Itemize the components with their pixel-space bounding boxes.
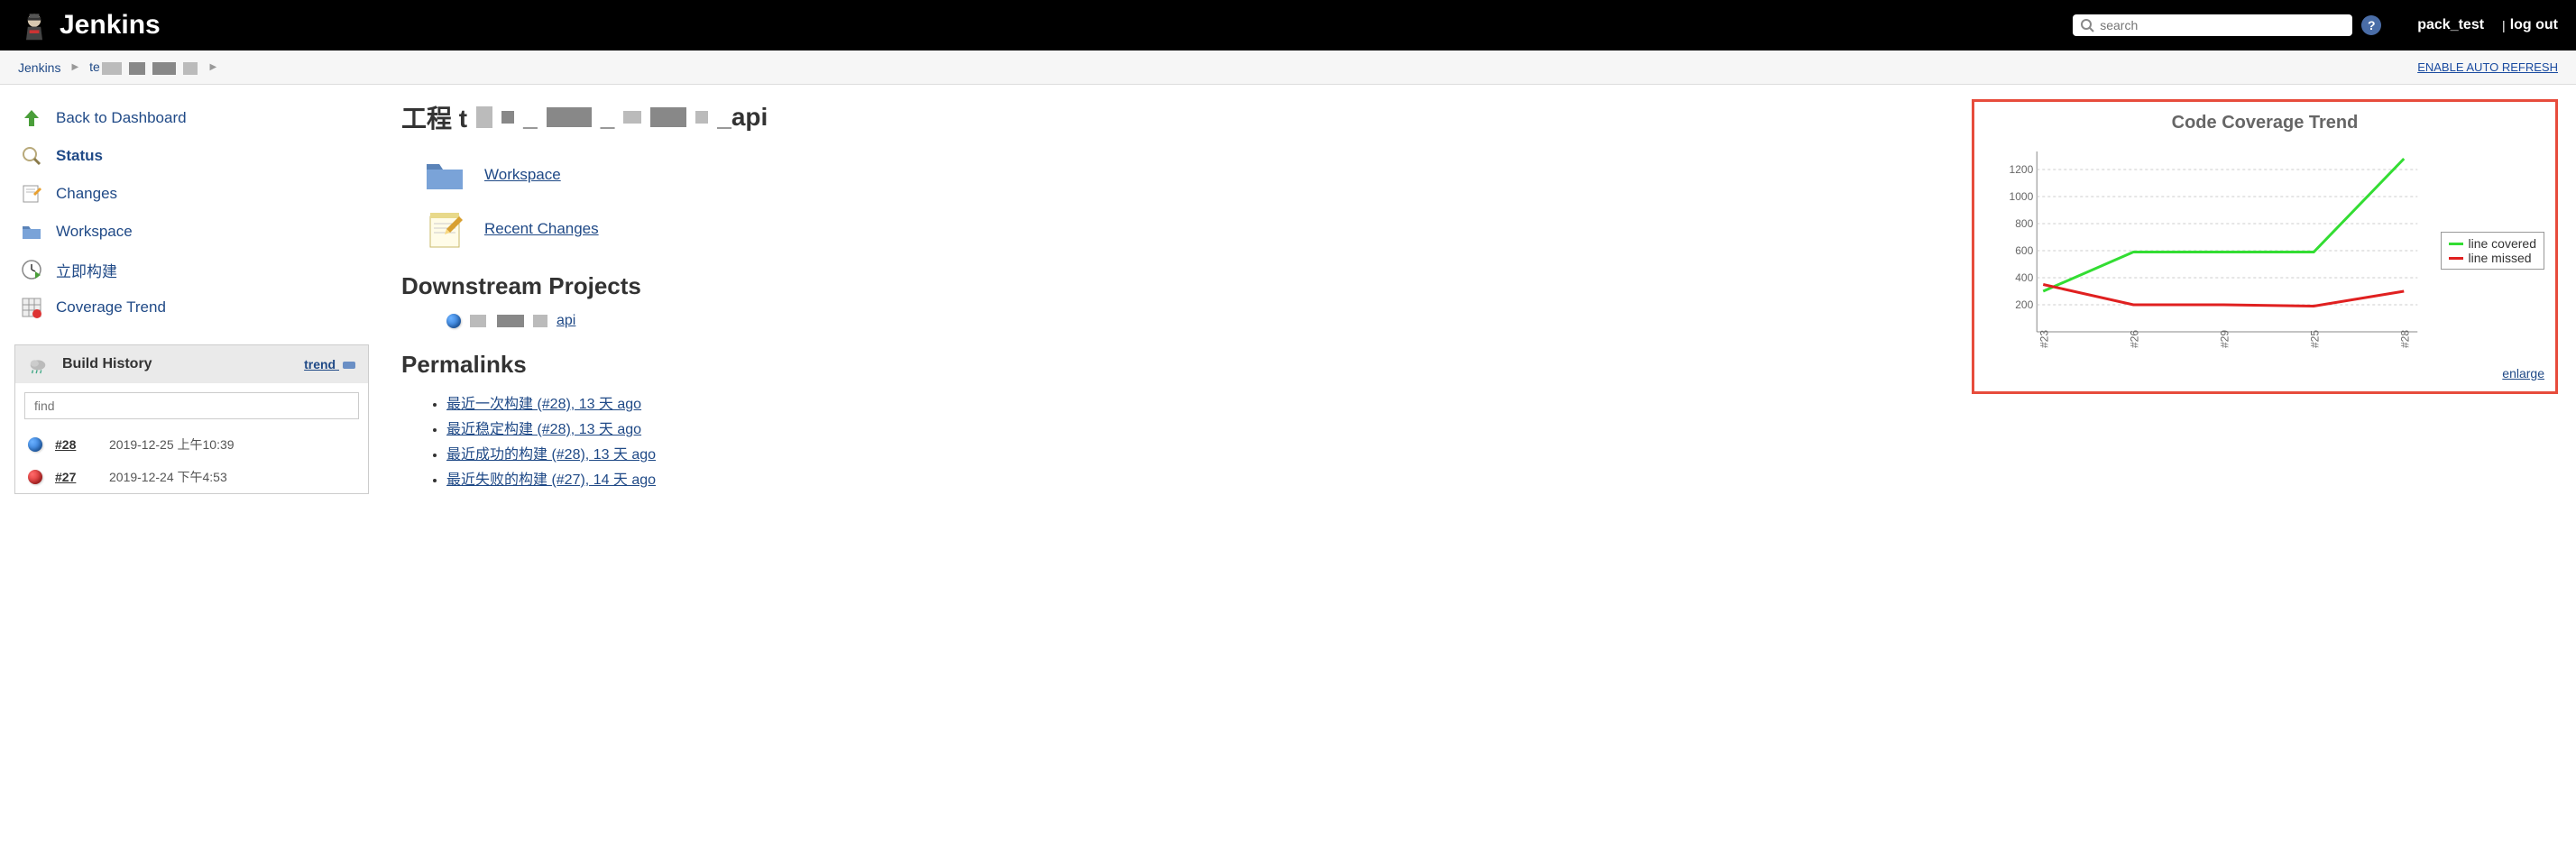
build-time: 2019-12-24 下午4:53 <box>109 468 227 486</box>
build-history-header: Build History trend <box>15 345 368 383</box>
svg-text:1000: 1000 <box>2010 190 2034 203</box>
breadcrumb-project[interactable]: te <box>89 60 198 74</box>
breadcrumb-root[interactable]: Jenkins <box>18 60 60 75</box>
sidebar-item-dashboard[interactable]: Back to Dashboard <box>14 99 369 137</box>
legend-swatch-red-icon <box>2449 257 2463 260</box>
permalink-item[interactable]: 最近成功的构建 (#28), 13 天 ago <box>446 447 656 463</box>
build-history-title: Build History <box>62 356 304 372</box>
build-row[interactable]: #28 2019-12-25 上午10:39 <box>15 428 368 461</box>
build-number-link[interactable]: #28 <box>55 437 109 452</box>
recent-changes-link-row: Recent Changes <box>423 207 1954 251</box>
sidebar-item-coverage[interactable]: Coverage Trend <box>14 289 369 326</box>
sidebar-item-label: Back to Dashboard <box>56 109 187 127</box>
status-ball-blue-icon <box>28 437 42 452</box>
sidebar: Back to Dashboard Status Changes Workspa… <box>0 85 383 509</box>
legend-missed: line missed <box>2449 251 2537 265</box>
chevron-right-icon: ▶ <box>71 62 78 72</box>
chart-plot-area: 200 400 600 800 1000 1200 #23 #26 <box>1985 142 2435 359</box>
sidebar-item-workspace[interactable]: Workspace <box>14 213 369 251</box>
permalinks-list: 最近一次构建 (#28), 13 天 ago 最近稳定构建 (#28), 13 … <box>446 391 1954 489</box>
svg-text:#28: #28 <box>2398 330 2411 348</box>
build-number-link[interactable]: #27 <box>55 470 109 484</box>
sidebar-item-label: Coverage Trend <box>56 298 166 316</box>
search-box[interactable] <box>2073 14 2352 36</box>
build-row[interactable]: #27 2019-12-24 下午4:53 <box>15 461 368 493</box>
sidebar-item-label: Status <box>56 147 103 165</box>
chart-legend: line covered line missed <box>2441 232 2545 270</box>
user-link[interactable]: pack_test <box>2417 17 2484 33</box>
build-filter-input[interactable] <box>24 392 359 419</box>
grid-icon <box>20 296 43 319</box>
logout-link[interactable]: log out <box>2510 17 2558 33</box>
chart-title: Code Coverage Trend <box>1985 113 2544 133</box>
line-missed <box>2043 285 2404 307</box>
sidebar-item-status[interactable]: Status <box>14 137 369 175</box>
svg-text:200: 200 <box>2015 298 2033 311</box>
jenkins-logo-icon <box>18 9 51 41</box>
downstream-title: Downstream Projects <box>401 272 1954 300</box>
svg-text:600: 600 <box>2015 244 2033 257</box>
help-icon[interactable]: ? <box>2361 15 2381 35</box>
coverage-chart-box: Code Coverage Trend 200 400 600 <box>1972 99 2558 394</box>
folder-icon <box>20 220 43 243</box>
clock-play-icon <box>20 258 43 281</box>
weather-icon <box>28 354 48 374</box>
main-content: 工程 t _ _ _api Workspace <box>383 85 2576 509</box>
status-ball-blue-icon <box>446 314 461 328</box>
permalink-item[interactable]: 最近稳定构建 (#28), 13 天 ago <box>446 422 641 437</box>
build-filter <box>24 392 359 419</box>
search-icon <box>2080 18 2094 32</box>
sidebar-item-label: Workspace <box>56 223 133 241</box>
folder-icon <box>423 153 466 197</box>
permalinks-title: Permalinks <box>401 351 1954 379</box>
notepad-icon <box>423 207 466 251</box>
coverage-chart-svg: 200 400 600 800 1000 1200 #23 #26 <box>1985 142 2435 359</box>
legend-swatch-green-icon <box>2449 243 2463 245</box>
svg-text:400: 400 <box>2015 271 2033 284</box>
breadcrumb-bar: Jenkins ▶ te ▶ ENABLE AUTO REFRESH <box>0 50 2576 85</box>
project-title: 工程 t _ _ _api <box>401 99 1954 135</box>
jenkins-title: Jenkins <box>60 10 161 41</box>
sidebar-item-label: Changes <box>56 185 117 203</box>
sidebar-item-build-now[interactable]: 立即构建 <box>14 251 369 289</box>
edit-page-icon <box>20 182 43 206</box>
magnifier-icon <box>20 144 43 168</box>
svg-text:#25: #25 <box>2308 330 2321 348</box>
line-covered <box>2043 159 2404 291</box>
arrow-up-icon <box>20 106 43 130</box>
svg-text:#23: #23 <box>2038 330 2050 348</box>
logo-area[interactable]: Jenkins <box>18 9 161 41</box>
permalink-item[interactable]: 最近一次构建 (#28), 13 天 ago <box>446 397 641 412</box>
permalink-item[interactable]: 最近失败的构建 (#27), 14 天 ago <box>446 472 656 488</box>
auto-refresh-link[interactable]: ENABLE AUTO REFRESH <box>2417 60 2558 74</box>
top-header: Jenkins ? pack_test | log out <box>0 0 2576 50</box>
search-input[interactable] <box>2100 18 2345 32</box>
workspace-link[interactable]: Workspace <box>484 166 561 184</box>
sidebar-item-label: 立即构建 <box>56 259 117 281</box>
svg-text:#29: #29 <box>2218 330 2231 348</box>
downstream-project-row[interactable]: api <box>446 313 1954 329</box>
workspace-link-row: Workspace <box>423 153 1954 197</box>
build-time: 2019-12-25 上午10:39 <box>109 436 235 454</box>
collapse-icon <box>343 362 355 369</box>
svg-text:1200: 1200 <box>2010 163 2034 176</box>
svg-text:#26: #26 <box>2128 330 2140 348</box>
recent-changes-link[interactable]: Recent Changes <box>484 220 599 238</box>
enlarge-link[interactable]: enlarge <box>2502 366 2544 381</box>
build-history-trend-link[interactable]: trend <box>304 357 355 371</box>
sidebar-item-changes[interactable]: Changes <box>14 175 369 213</box>
chevron-right-icon: ▶ <box>210 62 217 72</box>
status-ball-red-icon <box>28 470 42 484</box>
legend-covered: line covered <box>2449 236 2537 251</box>
svg-text:800: 800 <box>2015 217 2033 230</box>
enlarge-link-row: enlarge <box>1985 366 2544 381</box>
build-history-panel: Build History trend #28 2019-12-25 上午10:… <box>14 344 369 494</box>
